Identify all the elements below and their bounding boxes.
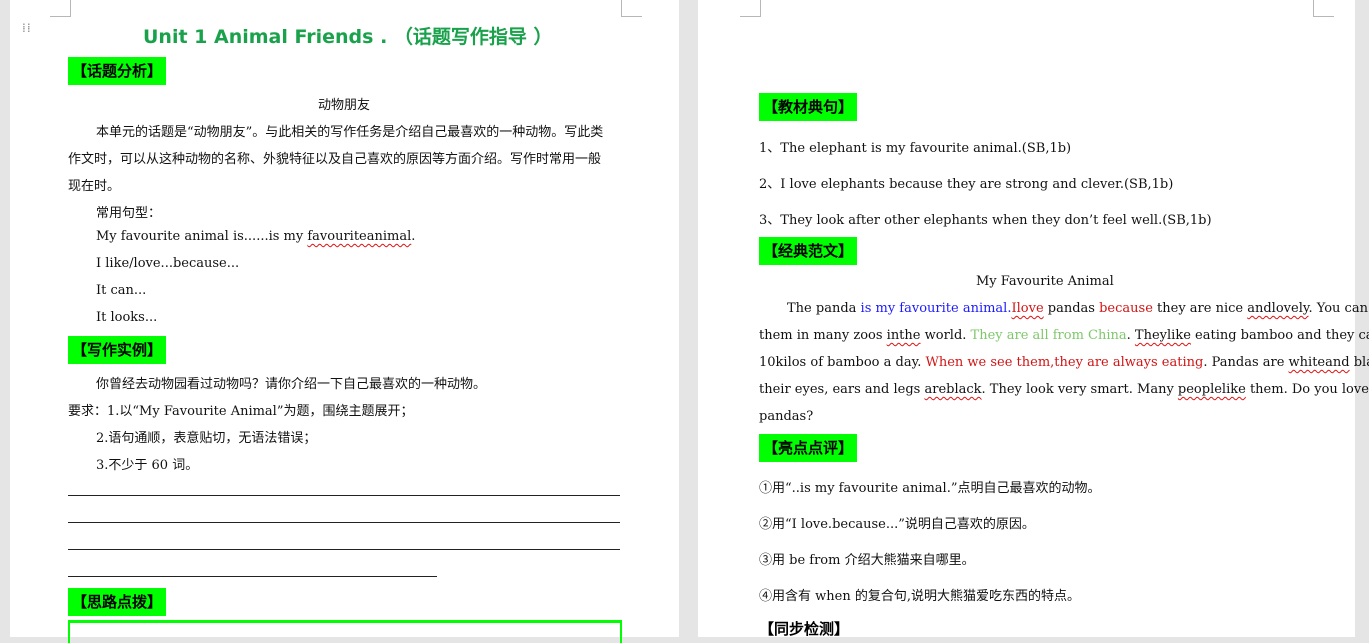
approach-box xyxy=(68,620,622,643)
essay-text: world. xyxy=(920,328,971,343)
essay-text: black and xyxy=(1353,355,1369,370)
intro-line-1: 本单元的话题是“动物朋友”。与此相关的写作任务是介绍自己最喜欢的一种动物。写此类 xyxy=(96,125,604,140)
essay-highlight-red: When we see them,they are always eating xyxy=(925,355,1204,370)
essay-line-2: them in many zoos inthe world. They are … xyxy=(759,328,1369,343)
comment-3: ③用 be from 介绍大熊猫来自哪里。 xyxy=(759,553,975,568)
comment-4: ④用含有 when 的复合句,说明大熊猫爱吃东西的特点。 xyxy=(759,589,1080,604)
essay-spell-error: Theylike xyxy=(1134,328,1191,343)
essay-title: My Favourite Animal xyxy=(976,274,1114,289)
essay-text: their eyes, ears and legs xyxy=(759,382,925,397)
pattern-line-2: I like/love...because... xyxy=(96,256,240,271)
drag-handle-icon[interactable]: ⁞⁞ xyxy=(22,22,32,42)
essay-text: 10kilos of bamboo a day. xyxy=(759,355,926,370)
writing-line-2[interactable] xyxy=(68,522,620,523)
section-heading-textbook-sentences: 【教材典句】 xyxy=(759,93,858,121)
essay-text: . They look very smart. Many xyxy=(981,382,1178,397)
section-heading-approach: 【思路点拨】 xyxy=(68,588,167,616)
requirement-1: 要求：1.以“My Favourite Animal”为题，围绕主题展开； xyxy=(68,404,414,419)
essay-spell-error: inthe xyxy=(886,328,921,343)
pattern-1-spell-error: favouriteanimal xyxy=(307,229,412,244)
document-title: Unit 1 Animal Friends . （话题写作指导 ） xyxy=(143,26,553,48)
section-heading-writing-example: 【写作实例】 xyxy=(68,336,167,364)
essay-highlight-green: They are all from China xyxy=(970,328,1127,343)
essay-text: . Pandas are xyxy=(1203,355,1289,370)
essay-text: them in many zoos xyxy=(759,328,887,343)
crop-mark-top-right xyxy=(621,0,642,17)
section-heading-highlights: 【亮点点评】 xyxy=(759,434,858,462)
essay-spell-error: andlovely xyxy=(1247,301,1309,316)
patterns-label: 常用句型： xyxy=(96,206,162,221)
textbook-sentence-1: 1、The elephant is my favourite animal.(S… xyxy=(759,141,1072,156)
essay-text: The panda xyxy=(787,301,861,316)
section-heading-topic-analysis: 【话题分析】 xyxy=(68,57,167,85)
comment-1: ①用“..is my favourite animal.”点明自己最喜欢的动物。 xyxy=(759,481,1101,496)
crop-mark-top-left xyxy=(50,0,71,17)
essay-line-1: The panda is my favourite animal.Ilove p… xyxy=(787,301,1369,316)
essay-spell-error: areblack xyxy=(924,382,982,397)
writing-line-3[interactable] xyxy=(68,549,620,550)
textbook-sentence-2: 2、I love elephants because they are stro… xyxy=(759,177,1174,192)
essay-line-5: pandas? xyxy=(759,409,814,424)
intro-line-2: 作文时，可以从这种动物的名称、外貌特征以及自己喜欢的原因等方面介绍。写作时常用一… xyxy=(68,152,602,167)
essay-spell-error: peoplelike xyxy=(1177,382,1246,397)
topic-center-title: 动物朋友 xyxy=(318,98,371,113)
essay-highlight-red: because xyxy=(1099,301,1153,316)
essay-line-3: 10kilos of bamboo a day. When we see the… xyxy=(759,355,1369,370)
comment-2: ②用“I love.because...”说明自己喜欢的原因。 xyxy=(759,517,1035,532)
essay-text: they are nice xyxy=(1152,301,1248,316)
pattern-1-text: My favourite animal is......is my xyxy=(96,229,308,244)
intro-line-3: 现在时。 xyxy=(68,179,121,194)
essay-highlight-blue: is my favourite animal. xyxy=(860,301,1012,316)
requirement-3: 3.不少于 60 词。 xyxy=(96,458,199,473)
textbook-sentence-3: 3、They look after other elephants when t… xyxy=(759,213,1212,228)
pattern-1-end: . xyxy=(411,229,416,244)
pattern-line-4: It looks... xyxy=(96,310,158,325)
crop-mark-top-right-2 xyxy=(1313,0,1334,17)
essay-spell-error: whiteand xyxy=(1288,355,1350,370)
essay-text: . You can see xyxy=(1308,301,1369,316)
pattern-line-3: It can... xyxy=(96,283,147,298)
essay-text: pandas xyxy=(1043,301,1100,316)
crop-mark-top-left-2 xyxy=(740,0,761,17)
writing-line-1[interactable] xyxy=(68,495,620,496)
essay-text: them. Do you love xyxy=(1245,382,1369,397)
essay-line-4: their eyes, ears and legs areblack. They… xyxy=(759,382,1369,397)
essay-text: eating bamboo and they can eat xyxy=(1195,328,1369,343)
requirement-2: 2.语句通顺，表意贴切，无语法错误； xyxy=(96,431,317,446)
essay-text: . xyxy=(1126,328,1135,343)
section-heading-model-essay: 【经典范文】 xyxy=(759,237,858,265)
essay-spell-error: Ilove xyxy=(1011,301,1044,316)
task-question: 你曾经去动物园看过动物吗？请你介绍一下自己最喜欢的一种动物。 xyxy=(96,377,487,392)
pattern-line-1: My favourite animal is......is my favour… xyxy=(96,229,415,244)
writing-line-4[interactable] xyxy=(68,576,437,577)
section-heading-sync-test: 【同步检测】 xyxy=(759,620,850,638)
